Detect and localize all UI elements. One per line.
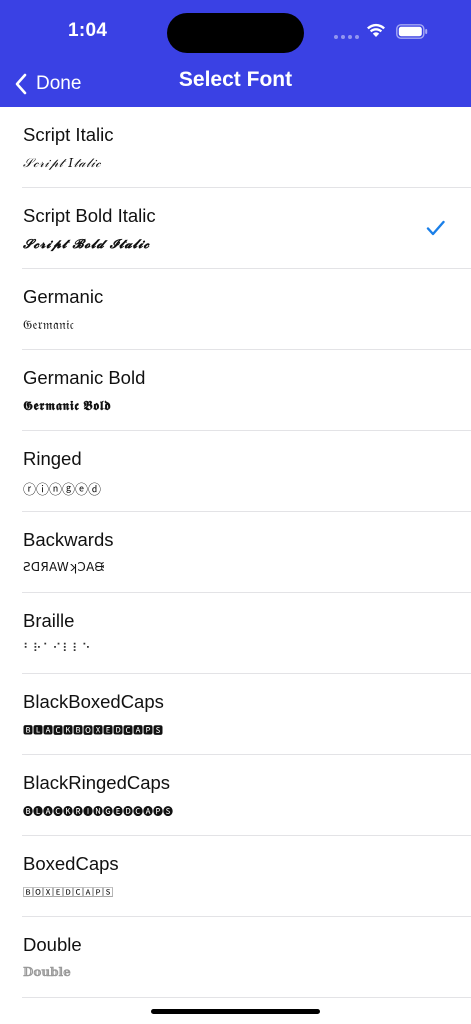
- font-row-germanic-bold[interactable]: Germanic Bold 𝕲𝖊𝖗𝖒𝖆𝖓𝖎𝖈 𝕭𝖔𝖑𝖉: [0, 350, 471, 431]
- font-row-ringed[interactable]: Ringed ⓡⓘⓝⓖⓔⓓ: [0, 431, 471, 512]
- font-name: BlackRingedCaps: [23, 772, 171, 793]
- status-time: 1:04: [68, 20, 108, 41]
- font-name: Backwards: [23, 529, 114, 550]
- font-sample: ƧᗡЯAWʞƆAᙠ: [23, 560, 105, 574]
- page-title: Select Font: [178, 68, 293, 91]
- font-row-germanic[interactable]: Germanic 𝔊𝔢𝔯𝔪𝔞𝔫𝔦𝔠: [0, 269, 471, 350]
- navigation-header: 1:04 Done Select Font: [0, 0, 471, 107]
- cellular-signal-icon: [334, 35, 359, 39]
- font-name: Germanic Bold: [23, 367, 146, 388]
- font-sample: ⠃⠗⠁⠊⠇⠇⠑: [23, 641, 92, 655]
- font-sample: 𝔻𝕠𝕦𝕓𝕝𝕖: [23, 965, 71, 979]
- battery-icon: [396, 24, 428, 39]
- font-name: BlackBoxedCaps: [23, 691, 164, 712]
- font-name: Germanic: [23, 286, 104, 307]
- font-sample: 𝒮𝒸𝓇𝒾𝓅𝓉 𝐼𝓉𝒶𝓁𝒾𝒸: [23, 155, 102, 170]
- font-sample: 𝓢𝓬𝓻𝓲𝓹𝓽 𝓑𝓸𝓵𝓭 𝓘𝓽𝓪𝓵𝓲𝓬: [23, 236, 150, 251]
- font-sample: 🅑🅛🅐🅒🅚🅡🅘🅝🅖🅔🅓🅒🅐🅟🅢: [23, 807, 173, 818]
- dynamic-island: [167, 13, 304, 53]
- font-row-braille[interactable]: Braille ⠃⠗⠁⠊⠇⠇⠑: [0, 593, 471, 674]
- font-name: Ringed: [23, 448, 82, 469]
- font-name: BoxedCaps: [23, 853, 119, 874]
- font-row-black-boxed-caps[interactable]: BlackBoxedCaps 🅱🅻🅰🅲🅺🅱🅾🆇🅴🅳🅲🅰🅿🆂: [0, 674, 471, 755]
- font-sample: 𝕲𝖊𝖗𝖒𝖆𝖓𝖎𝖈 𝕭𝖔𝖑𝖉: [23, 398, 112, 413]
- font-name: Braille: [23, 610, 75, 631]
- font-row-script-bold-italic[interactable]: Script Bold Italic 𝓢𝓬𝓻𝓲𝓹𝓽 𝓑𝓸𝓵𝓭 𝓘𝓽𝓪𝓵𝓲𝓬: [0, 188, 471, 269]
- font-row-script-italic[interactable]: Script Italic 𝒮𝒸𝓇𝒾𝓅𝓉 𝐼𝓉𝒶𝓁𝒾𝒸: [0, 107, 471, 188]
- wifi-icon: [367, 23, 385, 37]
- font-sample: 𝔊𝔢𝔯𝔪𝔞𝔫𝔦𝔠: [23, 317, 75, 332]
- font-row-black-ringed-caps[interactable]: BlackRingedCaps 🅑🅛🅐🅒🅚🅡🅘🅝🅖🅔🅓🅒🅐🅟🅢: [0, 755, 471, 836]
- font-row-boxed-caps[interactable]: BoxedCaps 🄱🄾🅇🄴🄳🄲🄰🄿🅂: [0, 836, 471, 917]
- font-name: Script Italic: [23, 124, 114, 145]
- font-row-double[interactable]: Double 𝔻𝕠𝕦𝕓𝕝𝕖: [0, 917, 471, 998]
- font-sample: 🄱🄾🅇🄴🄳🄲🄰🄿🅂: [23, 888, 113, 899]
- font-sample: 🅱🅻🅰🅲🅺🅱🅾🆇🅴🅳🅲🅰🅿🆂: [23, 726, 163, 737]
- font-row-backwards[interactable]: Backwards ƧᗡЯAWʞƆAᙠ: [0, 512, 471, 593]
- font-list: Script Italic 𝒮𝒸𝓇𝒾𝓅𝓉 𝐼𝓉𝒶𝓁𝒾𝒸 Script Bold …: [0, 107, 471, 998]
- checkmark-icon: [426, 220, 445, 236]
- font-sample: ⓡⓘⓝⓖⓔⓓ: [23, 483, 102, 498]
- font-name: Script Bold Italic: [23, 205, 156, 226]
- home-indicator: [151, 1009, 320, 1014]
- screen: 1:04 Done Select Font Script Italic 𝒮𝒸𝓇𝒾…: [0, 0, 471, 1024]
- font-name: Double: [23, 934, 82, 955]
